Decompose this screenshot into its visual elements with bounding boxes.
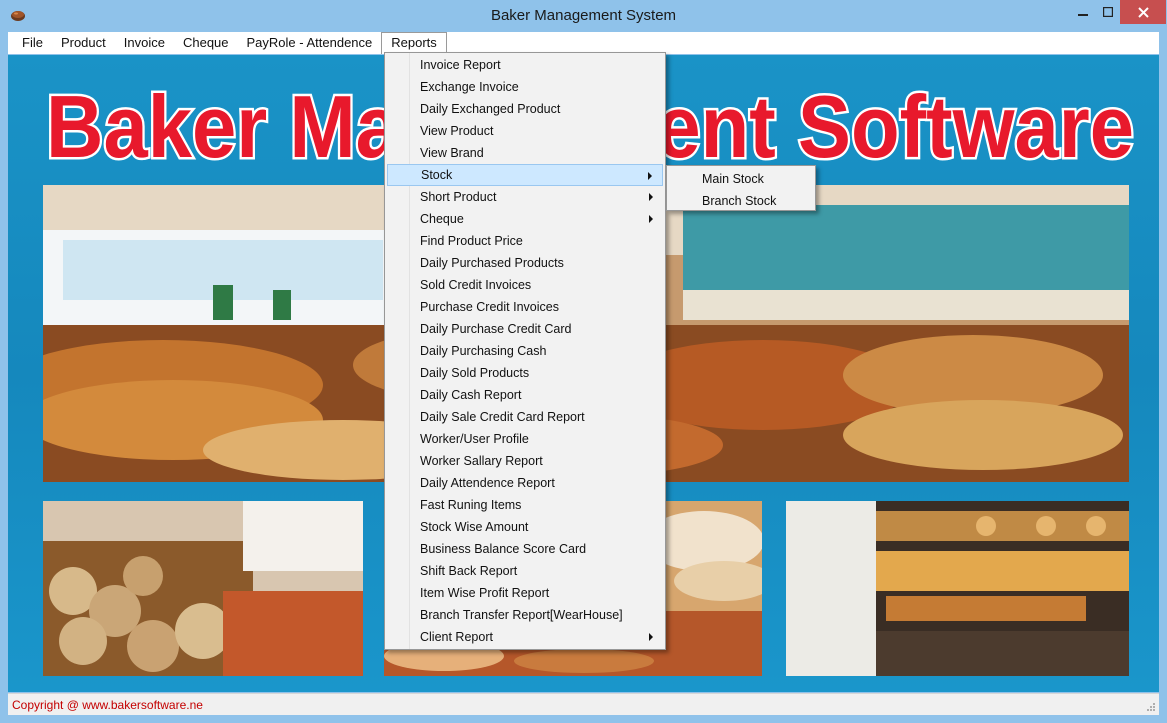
menu-item-label: View Product (420, 124, 494, 138)
bread-basket-photo (43, 501, 363, 676)
menu-item-daily-exchanged-product[interactable]: Daily Exchanged Product (387, 98, 663, 120)
menu-item-label: Business Balance Score Card (420, 542, 587, 556)
menu-item-label: Worker Sallary Report (420, 454, 543, 468)
menu-bar: File Product Invoice Cheque PayRole - At… (8, 32, 1159, 54)
menu-item-label: Daily Purchasing Cash (420, 344, 547, 358)
menu-item-label: View Brand (420, 146, 484, 160)
menu-item-worker-user-profile[interactable]: Worker/User Profile (387, 428, 663, 450)
menu-item-label: Worker/User Profile (420, 432, 529, 446)
menu-item-label: Stock (421, 168, 453, 182)
menu-item-fast-runing-items[interactable]: Fast Runing Items (387, 494, 663, 516)
menu-item-shift-back-report[interactable]: Shift Back Report (387, 560, 663, 582)
menu-item-label: Daily Exchanged Product (420, 102, 561, 116)
menu-item-label: Fast Runing Items (420, 498, 522, 512)
menu-item-label: Short Product (420, 190, 497, 204)
menu-item-view-brand[interactable]: View Brand (387, 142, 663, 164)
status-bar: Copyright @ www.bakersoftware.ne (8, 693, 1159, 715)
submenu-branch-stock[interactable]: Branch Stock (669, 190, 813, 212)
maximize-icon (1103, 7, 1113, 17)
menu-item-daily-sold-products[interactable]: Daily Sold Products (387, 362, 663, 384)
submenu-main-stock[interactable]: Main Stock (669, 168, 813, 190)
menu-invoice[interactable]: Invoice (115, 32, 174, 54)
menu-item-stock[interactable]: Stock (387, 164, 663, 186)
menu-item-label: Client Report (420, 630, 493, 644)
menu-item-label: Daily Attendence Report (420, 476, 555, 490)
menu-file[interactable]: File (8, 32, 52, 54)
menu-item-label: Item Wise Profit Report (420, 586, 550, 600)
menu-item-branch-transfer-report-wearhouse[interactable]: Branch Transfer Report[WearHouse] (387, 604, 663, 626)
menu-item-client-report[interactable]: Client Report (387, 626, 663, 648)
menu-item-daily-cash-report[interactable]: Daily Cash Report (387, 384, 663, 406)
close-icon (1137, 6, 1149, 18)
menu-item-label: Invoice Report (420, 58, 501, 72)
menu-item-label: Exchange Invoice (420, 80, 519, 94)
menu-item-daily-purchasing-cash[interactable]: Daily Purchasing Cash (387, 340, 663, 362)
maximize-button[interactable] (1096, 0, 1120, 24)
menu-item-invoice-report[interactable]: Invoice Report (387, 54, 663, 76)
reports-dropdown: Invoice Report Exchange Invoice Daily Exch… (384, 52, 666, 650)
submenu-arrow-icon (648, 172, 652, 180)
menu-item-sold-credit-invoices[interactable]: Sold Credit Invoices (387, 274, 663, 296)
stock-submenu: Main Stock Branch Stock (666, 165, 816, 211)
menu-item-label: Find Product Price (420, 234, 523, 248)
menu-reports[interactable]: Reports (381, 32, 447, 54)
menu-product[interactable]: Product (52, 32, 115, 54)
window-title: Baker Management System (490, 7, 677, 24)
oven-photo (786, 501, 1129, 676)
copyright-text: Copyright @ www.bakersoftware.ne (12, 698, 203, 712)
menu-item-worker-sallary-report[interactable]: Worker Sallary Report (387, 450, 663, 472)
menu-item-label: Daily Cash Report (420, 388, 522, 402)
title-bar: Baker Management System (0, 0, 1167, 32)
menu-item-label: Stock Wise Amount (420, 520, 529, 534)
close-button[interactable] (1120, 0, 1166, 24)
menu-item-label: Cheque (420, 212, 464, 226)
menu-item-daily-attendence-report[interactable]: Daily Attendence Report (387, 472, 663, 494)
menu-item-daily-purchase-credit-card[interactable]: Daily Purchase Credit Card (387, 318, 663, 340)
minimize-icon (1078, 14, 1088, 16)
menu-item-cheque[interactable]: Cheque (387, 208, 663, 230)
menu-item-label: Daily Sold Products (420, 366, 530, 380)
menu-cheque[interactable]: Cheque (174, 32, 238, 54)
resize-grip-icon[interactable] (1146, 702, 1156, 712)
submenu-arrow-icon (649, 633, 653, 641)
menu-payrole-attendence[interactable]: PayRole - Attendence (238, 32, 382, 54)
menu-item-exchange-invoice[interactable]: Exchange Invoice (387, 76, 663, 98)
menu-item-label: Sold Credit Invoices (420, 278, 532, 292)
menu-item-label: Daily Purchase Credit Card (420, 322, 572, 336)
menu-item-daily-purchased-products[interactable]: Daily Purchased Products (387, 252, 663, 274)
menu-item-view-product[interactable]: View Product (387, 120, 663, 142)
menu-item-purchase-credit-invoices[interactable]: Purchase Credit Invoices (387, 296, 663, 318)
minimize-button[interactable] (1070, 0, 1096, 24)
menu-item-business-balance-score-card[interactable]: Business Balance Score Card (387, 538, 663, 560)
submenu-arrow-icon (649, 215, 653, 223)
menu-item-label: Shift Back Report (420, 564, 518, 578)
menu-item-label: Daily Sale Credit Card Report (420, 410, 585, 424)
menu-item-label: Daily Purchased Products (420, 256, 564, 270)
menu-item-daily-sale-credit-card-report[interactable]: Daily Sale Credit Card Report (387, 406, 663, 428)
menu-item-find-product-price[interactable]: Find Product Price (387, 230, 663, 252)
menu-item-short-product[interactable]: Short Product (387, 186, 663, 208)
submenu-arrow-icon (649, 193, 653, 201)
menu-item-label: Purchase Credit Invoices (420, 300, 559, 314)
menu-item-stock-wise-amount[interactable]: Stock Wise Amount (387, 516, 663, 538)
menu-item-item-wise-profit-report[interactable]: Item Wise Profit Report (387, 582, 663, 604)
menu-item-label: Branch Transfer Report[WearHouse] (420, 608, 623, 622)
